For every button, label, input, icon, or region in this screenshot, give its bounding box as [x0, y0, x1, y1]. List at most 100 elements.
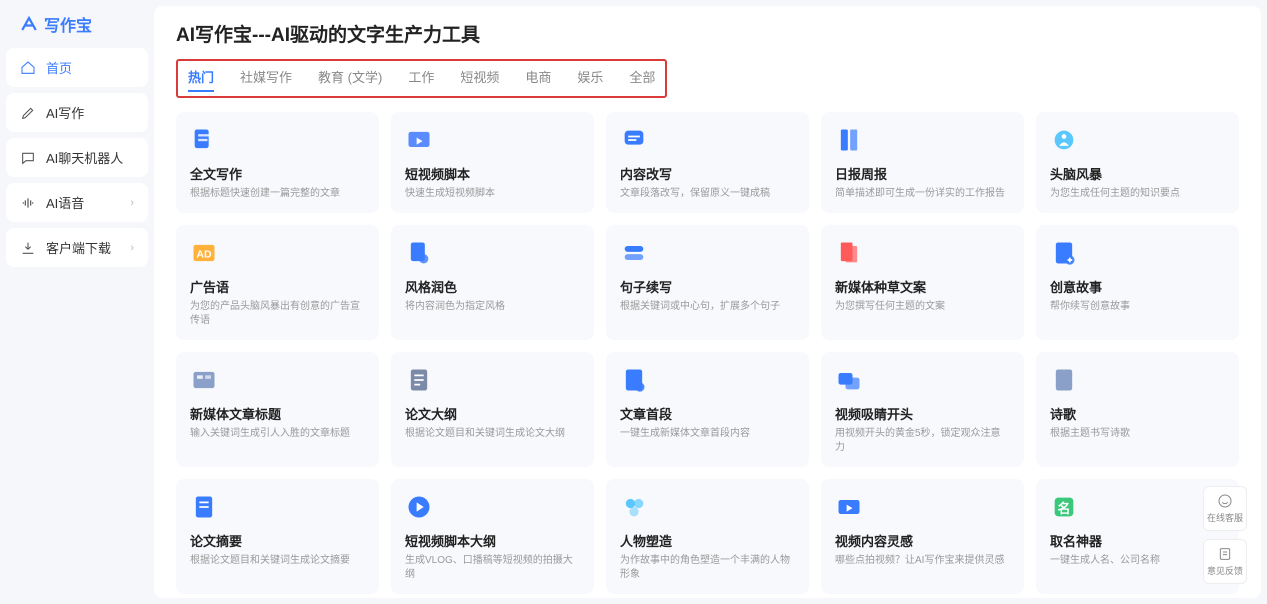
card-3[interactable]: 日报周报简单描述即可生成一份详实的工作报告: [821, 112, 1024, 213]
card-title: 诗歌: [1050, 404, 1225, 423]
card-2[interactable]: 内容改写文章段落改写，保留原义一键成稿: [606, 112, 809, 213]
tab-2[interactable]: 教育 (文学): [318, 67, 382, 92]
card-desc: 为作故事中的角色塑造一个丰满的人物形象: [620, 554, 795, 582]
home-icon: [20, 60, 36, 76]
tab-1[interactable]: 社媒写作: [240, 67, 292, 92]
card-title: 取名神器: [1050, 531, 1225, 550]
audio-icon: [20, 195, 36, 211]
tab-3[interactable]: 工作: [408, 67, 434, 92]
sidebar-item-1[interactable]: AI写作: [6, 93, 148, 132]
sidebar-item-0[interactable]: 首页: [6, 48, 148, 87]
svg-text:名: 名: [1058, 501, 1071, 516]
card-title: 论文大纲: [405, 404, 580, 423]
sidebar-item-label: AI写作: [46, 103, 84, 122]
tab-0[interactable]: 热门: [188, 67, 214, 92]
card-icon: [835, 239, 863, 267]
card-9[interactable]: 创意故事帮你续写创意故事: [1036, 225, 1239, 340]
float-buttons: 在线客服 意见反馈: [1203, 486, 1247, 584]
card-desc: 根据关键词或中心句，扩展多个句子: [620, 300, 795, 314]
card-desc: 一键生成人名、公司名称: [1050, 554, 1225, 568]
card-desc: 根据标题快速创建一篇完整的文章: [190, 187, 365, 201]
card-11[interactable]: 论文大纲根据论文题目和关键词生成论文大纲: [391, 352, 594, 467]
sidebar-item-2[interactable]: AI聊天机器人: [6, 138, 148, 177]
card-icon: 名: [1050, 493, 1078, 521]
card-desc: 帮你续写创意故事: [1050, 300, 1225, 314]
svg-text:AD: AD: [196, 249, 212, 261]
card-1[interactable]: 短视频脚本快速生成短视频脚本: [391, 112, 594, 213]
card-14[interactable]: 诗歌根据主题书写诗歌: [1036, 352, 1239, 467]
card-6[interactable]: 风格润色将内容润色为指定风格: [391, 225, 594, 340]
category-tabs: 热门 社媒写作 教育 (文学) 工作 短视频 电商 娱乐 全部: [176, 59, 667, 98]
card-icon: [405, 493, 433, 521]
sidebar-item-label: 客户端下载: [46, 238, 111, 257]
card-icon: [1050, 126, 1078, 154]
sidebar-item-label: AI语音: [46, 193, 84, 212]
float-support-label: 在线客服: [1207, 511, 1243, 524]
smile-icon: [1217, 493, 1233, 509]
card-icon: [835, 126, 863, 154]
card-icon: [620, 239, 648, 267]
download-icon: [20, 240, 36, 256]
card-title: 短视频脚本: [405, 164, 580, 183]
card-title: 视频吸睛开头: [835, 404, 1010, 423]
card-7[interactable]: 句子续写根据关键词或中心句，扩展多个句子: [606, 225, 809, 340]
card-13[interactable]: 视频吸睛开头用视频开头的黄金5秒，锁定观众注意力: [821, 352, 1024, 467]
card-icon: [405, 366, 433, 394]
card-desc: 用视频开头的黄金5秒，锁定观众注意力: [835, 427, 1010, 455]
card-title: 新媒体种草文案: [835, 277, 1010, 296]
card-icon: [835, 493, 863, 521]
card-title: 日报周报: [835, 164, 1010, 183]
chevron-right-icon: ›: [130, 242, 134, 254]
tab-4[interactable]: 短视频: [460, 67, 499, 92]
card-title: 内容改写: [620, 164, 795, 183]
card-4[interactable]: 头脑风暴为您生成任何主题的知识要点: [1036, 112, 1239, 213]
card-icon: [1050, 239, 1078, 267]
card-10[interactable]: 新媒体文章标题输入关键词生成引人入胜的文章标题: [176, 352, 379, 467]
logo-icon: [20, 15, 38, 33]
card-desc: 根据论文题目和关键词生成论文大纲: [405, 427, 580, 441]
card-desc: 为您生成任何主题的知识要点: [1050, 187, 1225, 201]
tab-5[interactable]: 电商: [525, 67, 551, 92]
card-desc: 根据主题书写诗歌: [1050, 427, 1225, 441]
sidebar-item-label: AI聊天机器人: [46, 148, 123, 167]
card-5[interactable]: AD广告语为您的产品头脑风暴出有创意的广告宣传语: [176, 225, 379, 340]
card-icon: [405, 126, 433, 154]
main-content: AI写作宝---AI驱动的文字生产力工具 热门社媒写作教育 (文学)工作短视频电…: [154, 6, 1261, 598]
pencil-icon: [20, 105, 36, 121]
card-desc: 为您的产品头脑风暴出有创意的广告宣传语: [190, 300, 365, 328]
card-15[interactable]: 论文摘要根据论文题目和关键词生成论文摘要: [176, 479, 379, 594]
sidebar-item-label: 首页: [46, 58, 72, 77]
card-title: 文章首段: [620, 404, 795, 423]
card-16[interactable]: 短视频脚本大纲生成VLOG、口播稿等短视频的拍摄大纲: [391, 479, 594, 594]
card-icon: [620, 493, 648, 521]
tab-6[interactable]: 娱乐: [577, 67, 603, 92]
card-icon: [835, 366, 863, 394]
card-title: 风格润色: [405, 277, 580, 296]
card-title: 视频内容灵感: [835, 531, 1010, 550]
tab-7[interactable]: 全部: [629, 67, 655, 92]
card-title: 人物塑造: [620, 531, 795, 550]
float-feedback[interactable]: 意见反馈: [1203, 539, 1247, 584]
card-title: 短视频脚本大纲: [405, 531, 580, 550]
card-icon: AD: [190, 239, 218, 267]
card-desc: 一键生成新媒体文章首段内容: [620, 427, 795, 441]
brand-logo[interactable]: 写作宝: [6, 6, 148, 42]
sidebar-item-3[interactable]: AI语音›: [6, 183, 148, 222]
float-support[interactable]: 在线客服: [1203, 486, 1247, 531]
sidebar-item-4[interactable]: 客户端下载 ›: [6, 228, 148, 267]
card-18[interactable]: 视频内容灵感哪些点拍视频？让AI写作宝来提供灵感: [821, 479, 1024, 594]
card-icon: [190, 366, 218, 394]
card-desc: 输入关键词生成引人入胜的文章标题: [190, 427, 365, 441]
card-icon: [190, 126, 218, 154]
card-title: 论文摘要: [190, 531, 365, 550]
card-title: 头脑风暴: [1050, 164, 1225, 183]
card-desc: 为您撰写任何主题的文案: [835, 300, 1010, 314]
card-8[interactable]: 新媒体种草文案为您撰写任何主题的文案: [821, 225, 1024, 340]
card-12[interactable]: 文章首段一键生成新媒体文章首段内容: [606, 352, 809, 467]
card-0[interactable]: 全文写作根据标题快速创建一篇完整的文章: [176, 112, 379, 213]
card-desc: 生成VLOG、口播稿等短视频的拍摄大纲: [405, 554, 580, 582]
brand-name: 写作宝: [44, 12, 92, 36]
card-icon: [1050, 366, 1078, 394]
card-grid: 全文写作根据标题快速创建一篇完整的文章短视频脚本快速生成短视频脚本内容改写文章段…: [176, 112, 1239, 594]
card-17[interactable]: 人物塑造为作故事中的角色塑造一个丰满的人物形象: [606, 479, 809, 594]
